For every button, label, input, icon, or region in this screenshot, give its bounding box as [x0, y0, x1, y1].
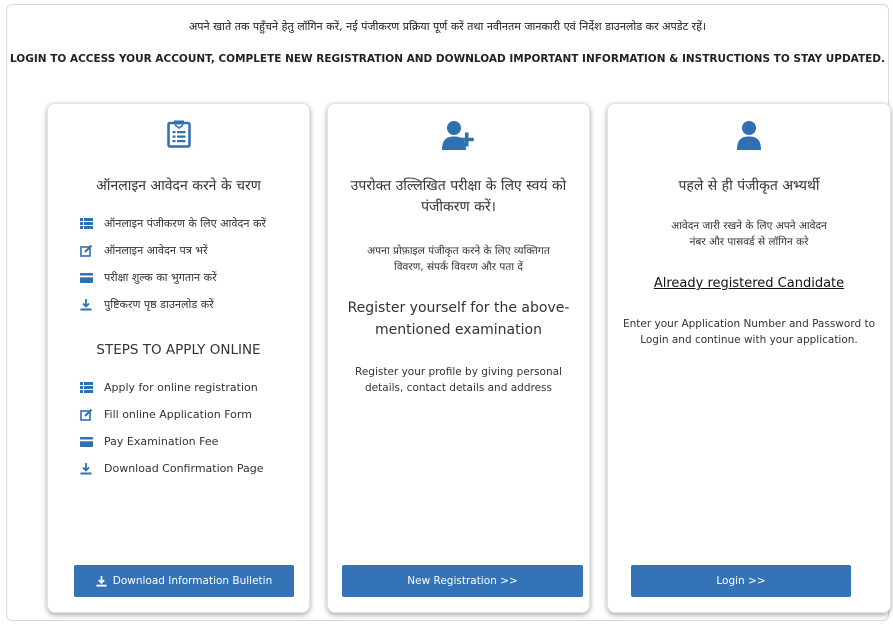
header-hindi: अपने खाते तक पहुँचने हेतु लॉगिन करें, नई… — [188, 20, 707, 33]
list-item: Download Confirmation Page — [78, 455, 263, 482]
list-icon — [78, 217, 94, 231]
login-desc-hindi-line2: नंबर और पासवर्ड से लॉगिन करे — [689, 236, 809, 248]
add-user-icon — [328, 120, 589, 155]
already-registered-link[interactable]: Already registered Candidate — [608, 276, 890, 291]
page-frame: अपने खाते तक पहुँचने हेतु लॉगिन करें, नई… — [6, 4, 891, 621]
edit-icon — [78, 408, 94, 422]
list-item: ऑनलाइन पंजीकरण के लिए आवेदन करें — [78, 210, 266, 237]
download-icon — [96, 575, 107, 587]
step-label: पुष्टिकरण पृष्ठ डाउनलोड करें — [104, 298, 214, 311]
registration-title-en-line1: Register yourself for the above- — [347, 300, 570, 316]
registration-title-line1: उपरोक्त उल्लिखित परीक्षा के लिए स्वयं को — [350, 178, 567, 194]
login-desc-hindi: आवेदन जारी रखने के लिए अपने आवेदन नंबर औ… — [628, 218, 870, 250]
step-label: ऑनलाइन आवेदन पत्र भरें — [104, 244, 208, 257]
login-title-hindi: पहले से ही पंजीकृत अभ्यर्थी — [678, 178, 820, 194]
step-label: ऑनलाइन पंजीकरण के लिए आवेदन करें — [104, 217, 266, 230]
step-label: Pay Examination Fee — [104, 435, 219, 448]
step-label: Fill online Application Form — [104, 408, 252, 421]
steps-list-english: Apply for online registration Fill onlin… — [78, 374, 263, 482]
registration-desc-english: Register your profile by giving personal… — [348, 364, 569, 396]
list-item: Fill online Application Form — [78, 401, 263, 428]
steps-title-hindi: ऑनलाइन आवेदन करने के चरण — [96, 178, 261, 194]
login-card: पहले से ही पंजीकृत अभ्यर्थी आवेदन जारी र… — [607, 103, 891, 613]
registration-desc-hindi-line1: अपना प्रोफ़ाइल पंजीकृत करने के लिए व्यक्… — [367, 245, 550, 257]
steps-subtitle: STEPS TO APPLY ONLINE — [96, 342, 261, 358]
list-item: Pay Examination Fee — [78, 428, 263, 455]
list-icon — [78, 381, 94, 395]
steps-card: ऑनलाइन आवेदन करने के चरण ऑनलाइन पंजीकरण … — [47, 103, 310, 613]
registration-title-line2: पंजीकरण करें। — [421, 199, 496, 215]
download-icon — [78, 462, 94, 476]
login-desc-english: Enter your Application Number and Passwo… — [616, 316, 882, 348]
steps-list-hindi: ऑनलाइन पंजीकरण के लिए आवेदन करें ऑनलाइन … — [78, 210, 266, 318]
login-desc-en-line2: Login and continue with your application… — [640, 334, 858, 346]
registration-desc-en-line1: Register your profile by giving personal — [355, 366, 562, 378]
registration-card: उपरोक्त उल्लिखित परीक्षा के लिए स्वयं को… — [327, 103, 590, 613]
login-desc-hindi-line1: आवेदन जारी रखने के लिए अपने आवेदन — [671, 220, 827, 232]
list-item: परीक्षा शुल्क का भुगतान करें — [78, 264, 266, 291]
login-desc-en-line1: Enter your Application Number and Passwo… — [622, 318, 875, 330]
form-document-icon — [48, 120, 309, 153]
list-item: Apply for online registration — [78, 374, 263, 401]
list-item: पुष्टिकरण पृष्ठ डाउनलोड करें — [78, 291, 266, 318]
registration-desc-hindi-line2: विवरण, संपर्क विवरण और पता दें — [394, 261, 523, 273]
edit-icon — [78, 244, 94, 258]
registration-desc-hindi: अपना प्रोफ़ाइल पंजीकृत करने के लिए व्यक्… — [348, 243, 569, 275]
registration-title-hindi: उपरोक्त उल्लिखित परीक्षा के लिए स्वयं को… — [336, 176, 581, 218]
card-icon — [78, 435, 94, 449]
registration-desc-en-line2: details, contact details and address — [365, 382, 552, 394]
step-label: Apply for online registration — [104, 381, 258, 394]
header-english: LOGIN TO ACCESS YOUR ACCOUNT, COMPLETE N… — [9, 53, 886, 65]
download-icon — [78, 298, 94, 312]
step-label: परीक्षा शुल्क का भुगतान करें — [104, 271, 217, 284]
step-label: Download Confirmation Page — [104, 462, 264, 475]
list-item: ऑनलाइन आवेदन पत्र भरें — [78, 237, 266, 264]
registration-title-en-line2: mentioned examination — [375, 322, 542, 338]
new-registration-button[interactable]: New Registration >> — [342, 565, 583, 597]
registration-title-english: Register yourself for the above- mention… — [338, 297, 579, 341]
user-icon — [608, 120, 890, 155]
download-bulletin-label: Download Information Bulletin — [112, 575, 273, 587]
card-icon — [78, 271, 94, 285]
login-button[interactable]: Login >> — [631, 565, 851, 597]
download-bulletin-button[interactable]: Download Information Bulletin — [74, 565, 294, 597]
